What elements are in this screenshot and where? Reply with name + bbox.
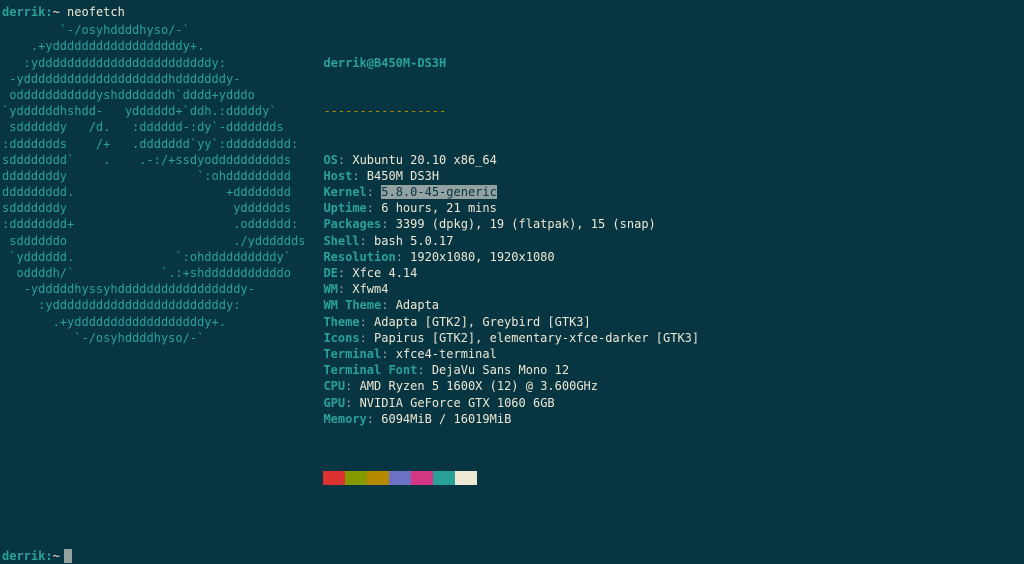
neofetch-output: `-/osyhddddhyso/-` .+ydddddddddddddddddd… bbox=[2, 22, 1022, 517]
sysinfo-dashes: ----------------- bbox=[323, 104, 446, 118]
sysinfo-row: CPU: AMD Ryzen 5 1600X (12) @ 3.600GHz bbox=[323, 378, 699, 394]
sysinfo-row: GPU: NVIDIA GeForce GTX 1060 6GB bbox=[323, 395, 699, 411]
color-block bbox=[411, 471, 433, 485]
sysinfo-value-host: B450M DS3H bbox=[367, 169, 439, 183]
sysinfo-rows-container: OS: Xubuntu 20.10 x86_64Host: B450M DS3H… bbox=[323, 152, 699, 427]
sysinfo-value-gpu: NVIDIA GeForce GTX 1060 6GB bbox=[360, 396, 555, 410]
sysinfo-label-kernel: Kernel bbox=[323, 185, 366, 199]
final-prompt-tilde: ~ bbox=[53, 548, 60, 564]
prompt-user: derrik: bbox=[2, 5, 53, 19]
sysinfo-row: Icons: Papirus [GTK2], elementary-xfce-d… bbox=[323, 330, 699, 346]
sysinfo-row: Packages: 3399 (dpkg), 19 (flatpak), 15 … bbox=[323, 216, 699, 232]
sysinfo-value-de: Xfce 4.14 bbox=[352, 266, 417, 280]
sysinfo-label-cpu: CPU bbox=[323, 379, 345, 393]
ascii-art-logo: `-/osyhddddhyso/-` .+ydddddddddddddddddd… bbox=[2, 22, 315, 517]
sysinfo-value-packages: 3399 (dpkg), 19 (flatpak), 15 (snap) bbox=[396, 217, 656, 231]
prompt-line-neofetch: derrik:~ neofetch bbox=[2, 4, 1022, 20]
sysinfo-value-terminal: xfce4-terminal bbox=[396, 347, 497, 361]
sysinfo-row: WM Theme: Adapta bbox=[323, 297, 699, 313]
sysinfo-label-terminal: Terminal bbox=[323, 347, 381, 361]
sysinfo-row: OS: Xubuntu 20.10 x86_64 bbox=[323, 152, 699, 168]
color-block bbox=[323, 471, 345, 485]
sysinfo-value-icons: Papirus [GTK2], elementary-xfce-darker [… bbox=[374, 331, 699, 345]
sysinfo-label-theme: Theme bbox=[323, 315, 359, 329]
sysinfo-row: DE: Xfce 4.14 bbox=[323, 265, 699, 281]
sysinfo-label-gpu: GPU bbox=[323, 396, 345, 410]
sysinfo-label-wm: WM bbox=[323, 282, 337, 296]
sysinfo-label-de: DE bbox=[323, 266, 337, 280]
final-prompt-line[interactable]: derrik:~ bbox=[2, 548, 1022, 564]
sysinfo-row: Terminal Font: DejaVu Sans Mono 12 bbox=[323, 362, 699, 378]
sysinfo-row: Host: B450M DS3H bbox=[323, 168, 699, 184]
sysinfo-label-os: OS bbox=[323, 153, 337, 167]
sysinfo-row: Shell: bash 5.0.17 bbox=[323, 233, 699, 249]
sysinfo-label-uptime: Uptime bbox=[323, 201, 366, 215]
sysinfo-row: Resolution: 1920x1080, 1920x1080 bbox=[323, 249, 699, 265]
sysinfo-row: Theme: Adapta [GTK2], Greybird [GTK3] bbox=[323, 314, 699, 330]
sysinfo-value-wm-theme: Adapta bbox=[396, 298, 439, 312]
color-block bbox=[433, 471, 455, 485]
sysinfo-label-wm-theme: WM Theme bbox=[323, 298, 381, 312]
sysinfo-label-memory: Memory bbox=[323, 412, 366, 426]
color-block bbox=[389, 471, 411, 485]
color-blocks bbox=[323, 471, 699, 485]
color-block bbox=[367, 471, 389, 485]
sysinfo-label-icons: Icons bbox=[323, 331, 359, 345]
sysinfo-value-resolution: 1920x1080, 1920x1080 bbox=[410, 250, 555, 264]
prompt-tilde: ~ bbox=[53, 5, 60, 19]
sysinfo-label-host: Host bbox=[323, 169, 352, 183]
system-info: derrik@B450M-DS3H ----------------- OS: … bbox=[315, 22, 699, 517]
sysinfo-value-shell: bash 5.0.17 bbox=[374, 234, 453, 248]
sysinfo-value-uptime: 6 hours, 21 mins bbox=[381, 201, 497, 215]
sysinfo-row: Kernel: 5.8.0-45-generic bbox=[323, 184, 699, 200]
color-block bbox=[345, 471, 367, 485]
sysinfo-value-terminal-font: DejaVu Sans Mono 12 bbox=[432, 363, 569, 377]
cursor-icon bbox=[64, 549, 72, 563]
sysinfo-row: Memory: 6094MiB / 16019MiB bbox=[323, 411, 699, 427]
sysinfo-value-kernel: 5.8.0-45-generic bbox=[381, 185, 497, 199]
sysinfo-label-packages: Packages bbox=[323, 217, 381, 231]
sysinfo-value-wm: Xfwm4 bbox=[352, 282, 388, 296]
sysinfo-value-memory: 6094MiB / 16019MiB bbox=[381, 412, 511, 426]
sysinfo-row: Uptime: 6 hours, 21 mins bbox=[323, 200, 699, 216]
sysinfo-value-theme: Adapta [GTK2], Greybird [GTK3] bbox=[374, 315, 591, 329]
sysinfo-row: WM: Xfwm4 bbox=[323, 281, 699, 297]
sysinfo-title: derrik@B450M-DS3H bbox=[323, 56, 446, 70]
final-prompt-user: derrik: bbox=[2, 548, 53, 564]
sysinfo-label-shell: Shell bbox=[323, 234, 359, 248]
sysinfo-value-cpu: AMD Ryzen 5 1600X (12) @ 3.600GHz bbox=[360, 379, 598, 393]
sysinfo-row: Terminal: xfce4-terminal bbox=[323, 346, 699, 362]
sysinfo-label-resolution: Resolution bbox=[323, 250, 395, 264]
prompt-command: neofetch bbox=[67, 5, 125, 19]
sysinfo-value-os: Xubuntu 20.10 x86_64 bbox=[352, 153, 497, 167]
color-block bbox=[455, 471, 477, 485]
sysinfo-label-terminal-font: Terminal Font bbox=[323, 363, 417, 377]
